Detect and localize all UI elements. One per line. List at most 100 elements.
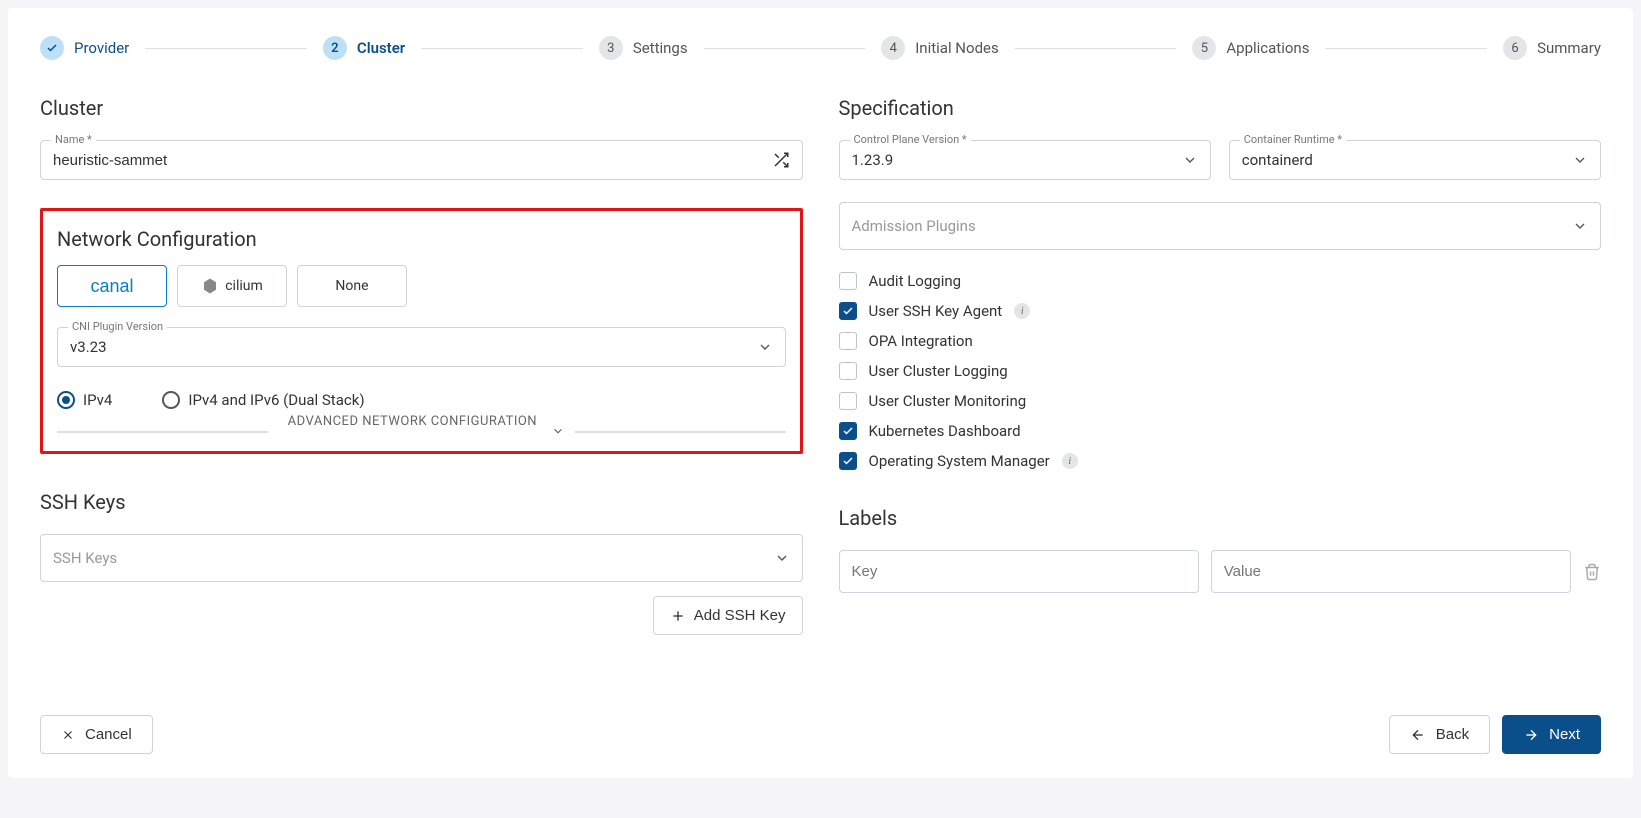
check-icon [40, 36, 64, 60]
radio-label: IPv4 [83, 391, 112, 409]
container-runtime-select[interactable]: Container Runtime * containerd [1229, 140, 1601, 180]
cluster-name-input[interactable] [53, 152, 772, 169]
chevron-down-icon [774, 550, 790, 566]
checkbox[interactable] [839, 332, 857, 350]
step-divider [1325, 48, 1487, 49]
spec-checklist: Audit Logging User SSH Key Agent i OPA Inte… [839, 272, 1602, 470]
button-label: Back [1436, 726, 1469, 743]
checkbox[interactable] [839, 452, 857, 470]
step-number-icon: 5 [1192, 36, 1216, 60]
control-plane-version-select[interactable]: Control Plane Version * 1.23.9 [839, 140, 1211, 180]
step-divider [145, 48, 307, 49]
check-item: User Cluster Logging [839, 362, 1602, 380]
ssh-title: SSH Keys [40, 490, 803, 514]
advanced-network-toggle[interactable]: ADVANCED NETWORK CONFIGURATION [57, 431, 786, 433]
field-label: Name * [51, 133, 96, 146]
cni-option-cilium[interactable]: cilium [177, 265, 287, 307]
key-input[interactable] [852, 563, 1186, 580]
runtime-value: containerd [1242, 151, 1572, 169]
ssh-keys-select[interactable]: SSH Keys [40, 534, 803, 582]
checkbox[interactable] [839, 362, 857, 380]
field-label: CNI Plugin Version [68, 320, 167, 333]
close-icon [61, 728, 75, 742]
canal-logo: canal [90, 276, 133, 297]
check-item: Kubernetes Dashboard [839, 422, 1602, 440]
step-provider[interactable]: Provider [40, 36, 129, 60]
cancel-button[interactable]: Cancel [40, 715, 153, 754]
button-label: Next [1549, 726, 1580, 743]
check-label: User Cluster Logging [869, 362, 1008, 380]
cluster-name-field[interactable]: Name * [40, 140, 803, 180]
step-divider [421, 48, 583, 49]
network-config-section: Network Configuration canal cilium None [40, 208, 803, 454]
cni-option-none[interactable]: None [297, 265, 407, 307]
step-number-icon: 6 [1503, 36, 1527, 60]
check-item: User Cluster Monitoring [839, 392, 1602, 410]
label-value-input[interactable] [1211, 550, 1571, 593]
button-label: Add SSH Key [694, 607, 786, 624]
chevron-down-icon [1572, 218, 1588, 234]
network-title: Network Configuration [57, 227, 786, 251]
ip-mode-dual[interactable]: IPv4 and IPv6 (Dual Stack) [162, 391, 364, 409]
field-label: Container Runtime * [1240, 133, 1346, 146]
check-label: User SSH Key Agent [869, 302, 1003, 320]
check-label: Operating System Manager [869, 452, 1050, 470]
check-item: Audit Logging [839, 272, 1602, 290]
shuffle-icon[interactable] [772, 151, 790, 169]
chevron-down-icon [1572, 152, 1588, 168]
chevron-down-icon [757, 339, 773, 355]
next-button[interactable]: Next [1502, 715, 1601, 754]
trash-icon[interactable] [1583, 563, 1601, 581]
step-divider [1015, 48, 1177, 49]
radio-unselected-icon [162, 391, 180, 409]
step-label: Summary [1537, 39, 1601, 57]
cluster-title: Cluster [40, 96, 803, 120]
check-label: User Cluster Monitoring [869, 392, 1027, 410]
field-label: Control Plane Version * [850, 133, 971, 146]
step-label: Applications [1226, 39, 1309, 57]
chevron-down-icon [1182, 152, 1198, 168]
info-icon[interactable]: i [1014, 303, 1030, 319]
back-button[interactable]: Back [1389, 715, 1490, 754]
cni-version-select[interactable]: CNI Plugin Version v3.23 [57, 327, 786, 367]
admission-plugins-select[interactable]: Admission Plugins [839, 202, 1602, 250]
button-label: Cancel [85, 726, 132, 743]
step-label: Initial Nodes [915, 39, 999, 57]
info-icon[interactable]: i [1062, 453, 1078, 469]
checkbox[interactable] [839, 302, 857, 320]
step-label: Provider [74, 39, 129, 57]
arrow-left-icon [1410, 727, 1426, 743]
checkbox[interactable] [839, 392, 857, 410]
radio-selected-icon [57, 391, 75, 409]
check-item: User SSH Key Agent i [839, 302, 1602, 320]
step-cluster[interactable]: 2 Cluster [323, 36, 405, 60]
step-number-icon: 3 [599, 36, 623, 60]
value-input[interactable] [1224, 563, 1558, 580]
step-number-icon: 4 [881, 36, 905, 60]
check-label: Audit Logging [869, 272, 962, 290]
cni-option-canal[interactable]: canal [57, 265, 167, 307]
check-item: OPA Integration [839, 332, 1602, 350]
step-settings[interactable]: 3 Settings [599, 36, 688, 60]
radio-label: IPv4 and IPv6 (Dual Stack) [188, 391, 364, 409]
step-applications[interactable]: 5 Applications [1192, 36, 1309, 60]
cilium-logo: cilium [201, 277, 263, 295]
step-initial-nodes[interactable]: 4 Initial Nodes [881, 36, 999, 60]
labels-title: Labels [839, 506, 1602, 530]
ip-mode-ipv4[interactable]: IPv4 [57, 391, 112, 409]
step-number-icon: 2 [323, 36, 347, 60]
checkbox[interactable] [839, 272, 857, 290]
add-ssh-key-button[interactable]: Add SSH Key [653, 596, 803, 635]
label-key-input[interactable] [839, 550, 1199, 593]
check-item: Operating System Manager i [839, 452, 1602, 470]
step-summary[interactable]: 6 Summary [1503, 36, 1601, 60]
cni-version-value: v3.23 [70, 338, 757, 356]
wizard-stepper: Provider 2 Cluster 3 Settings 4 Initial … [40, 36, 1601, 60]
checkbox[interactable] [839, 422, 857, 440]
step-label: Cluster [357, 39, 405, 57]
chevron-down-icon [551, 424, 565, 438]
admission-placeholder: Admission Plugins [852, 217, 1573, 235]
plus-icon [670, 608, 686, 624]
cp-value: 1.23.9 [852, 151, 1182, 169]
check-label: Kubernetes Dashboard [869, 422, 1021, 440]
